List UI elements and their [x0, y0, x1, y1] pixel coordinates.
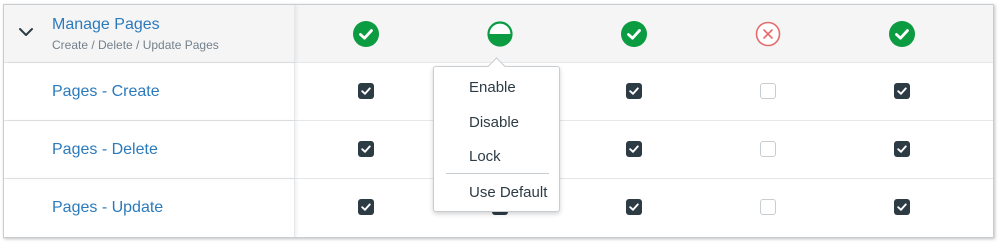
chevron-down-icon[interactable] — [18, 24, 34, 40]
partial-icon[interactable] — [487, 21, 513, 47]
checkmark-icon — [361, 145, 371, 153]
permission-label-cell: Pages - Update — [4, 179, 295, 237]
disabled-icon[interactable] — [755, 21, 781, 47]
checkmark-icon — [897, 203, 907, 211]
checkbox-checked[interactable] — [626, 83, 642, 99]
menu-item-enable[interactable]: Enable — [469, 79, 516, 96]
enabled-icon[interactable] — [621, 21, 647, 47]
checkbox-checked[interactable] — [894, 83, 910, 99]
checkbox-checked[interactable] — [358, 83, 374, 99]
group-subtitle: Create / Delete / Update Pages — [52, 38, 219, 52]
menu-item-use-default[interactable]: Use Default — [469, 184, 547, 201]
checkbox-unchecked[interactable] — [760, 141, 776, 157]
menu-item-disable[interactable]: Disable — [469, 114, 519, 131]
group-row-manage-pages: Manage Pages Create / Delete / Update Pa… — [4, 5, 993, 63]
checkbox-checked[interactable] — [626, 141, 642, 157]
enabled-icon[interactable] — [353, 21, 379, 47]
permission-label-cell: Pages - Create — [4, 63, 295, 120]
checkbox-checked[interactable] — [626, 199, 642, 215]
menu-divider — [446, 173, 549, 174]
group-label-cell: Manage Pages Create / Delete / Update Pa… — [4, 5, 295, 62]
checkbox-checked[interactable] — [358, 199, 374, 215]
checkbox-unchecked[interactable] — [760, 83, 776, 99]
checkmark-icon — [629, 87, 639, 95]
permission-label-cell: Pages - Delete — [4, 121, 295, 178]
checkbox-checked[interactable] — [358, 141, 374, 157]
menu-item-lock[interactable]: Lock — [469, 148, 501, 165]
checkbox-checked[interactable] — [894, 141, 910, 157]
group-title[interactable]: Manage Pages — [52, 16, 160, 34]
permission-link-create[interactable]: Pages - Create — [52, 83, 160, 101]
permission-options-menu: Enable Disable Lock Use Default — [433, 66, 560, 212]
checkmark-icon — [897, 145, 907, 153]
checkmark-icon — [361, 203, 371, 211]
checkmark-icon — [361, 87, 371, 95]
checkbox-checked[interactable] — [894, 199, 910, 215]
checkmark-icon — [897, 87, 907, 95]
checkmark-icon — [629, 145, 639, 153]
checkbox-unchecked[interactable] — [760, 199, 776, 215]
permission-link-delete[interactable]: Pages - Delete — [52, 141, 158, 159]
permission-link-update[interactable]: Pages - Update — [52, 199, 163, 217]
checkmark-icon — [629, 203, 639, 211]
enabled-icon[interactable] — [889, 21, 915, 47]
